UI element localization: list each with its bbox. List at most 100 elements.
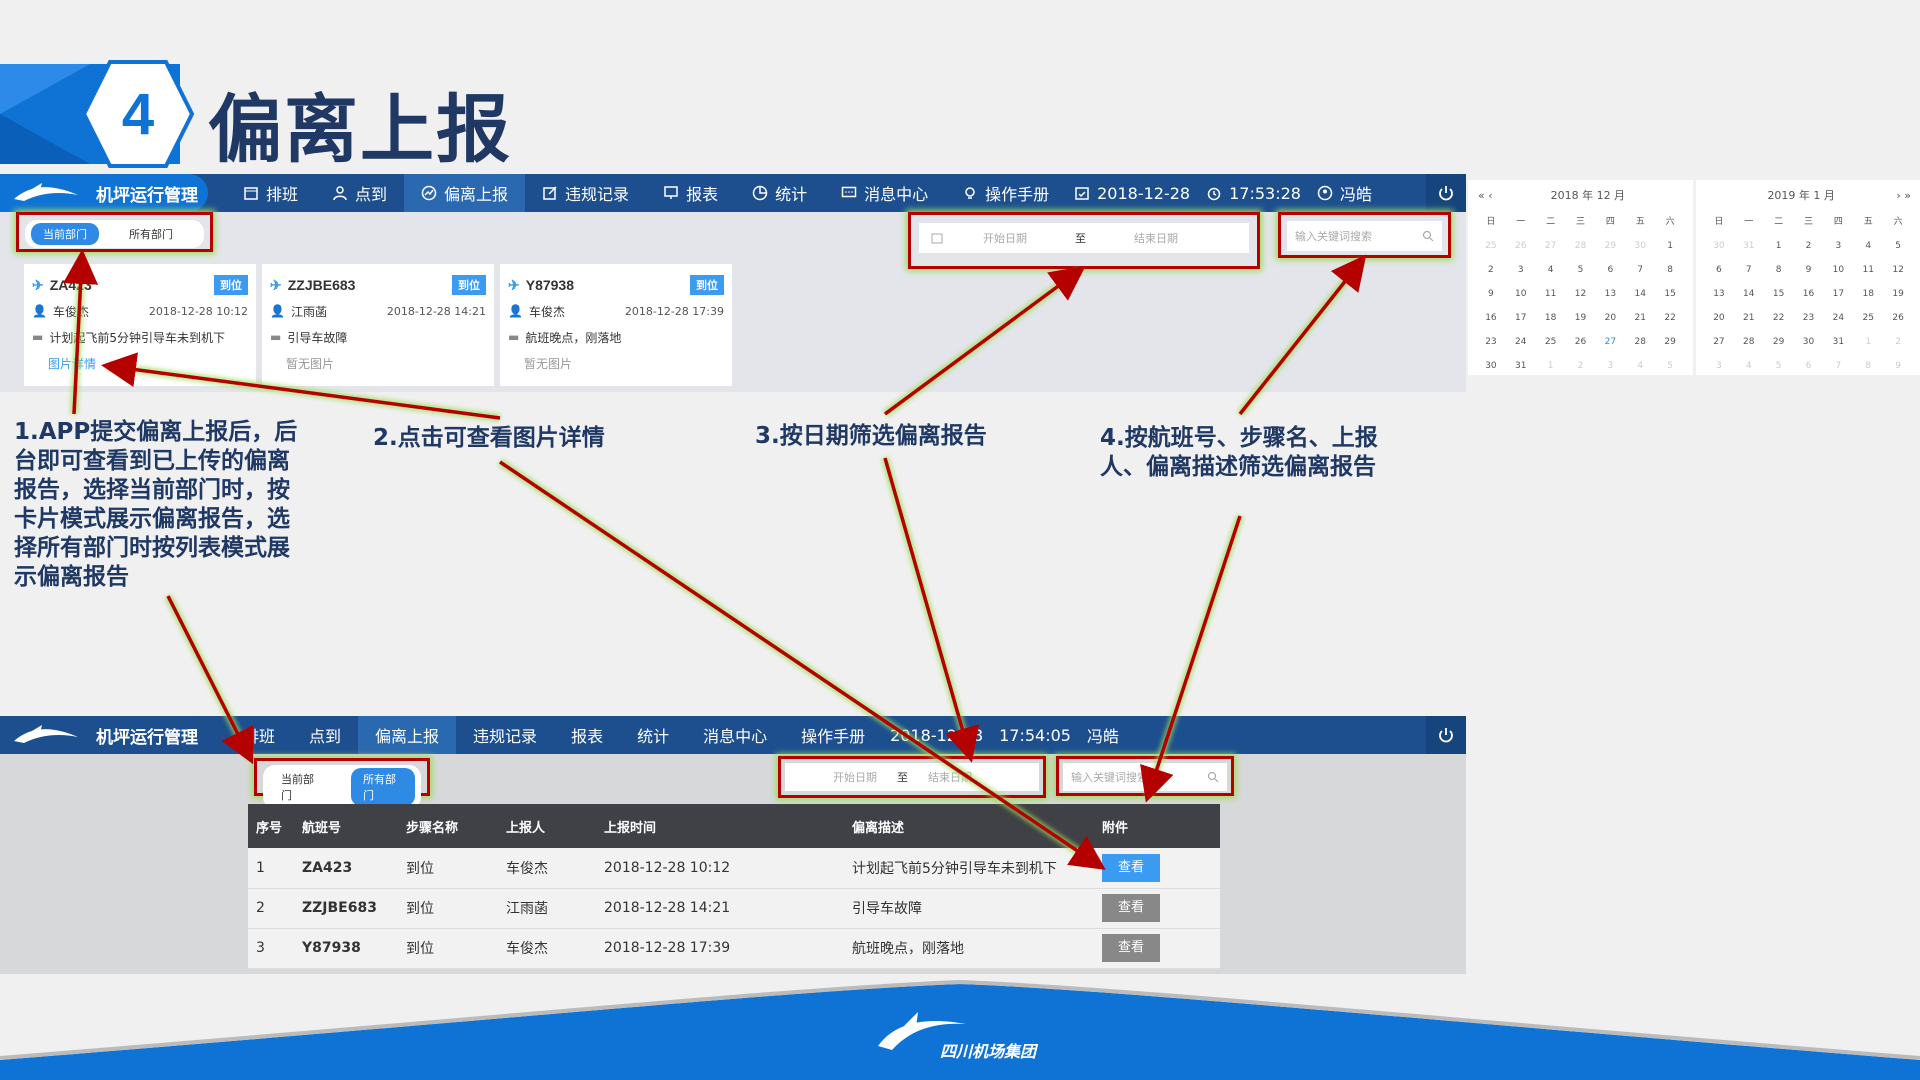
calendar-day[interactable]: 6 (1595, 265, 1625, 275)
deviation-card[interactable]: ✈ Y87938 到位 👤 车俊杰 2018-12-28 17:39 ▬ 航班晚点，刚落地… (500, 264, 732, 386)
calendar-day[interactable]: 21 (1734, 313, 1764, 323)
calendar-day[interactable]: 26 (1506, 241, 1536, 251)
calendar-day[interactable]: 15 (1655, 289, 1685, 299)
end-date-input[interactable]: 结束日期 (928, 769, 972, 785)
calendar-day[interactable]: 11 (1853, 265, 1883, 275)
calendar-day[interactable]: 2 (1883, 337, 1913, 347)
search-input[interactable]: 输入关键词搜索 (1287, 221, 1442, 251)
calendar-day[interactable]: 17 (1506, 313, 1536, 323)
start-date-input[interactable]: 开始日期 (833, 769, 877, 785)
calendar-day[interactable]: 3 (1704, 361, 1734, 371)
nav-item-messages[interactable]: 消息中心 (824, 174, 945, 212)
calendar-day[interactable]: 13 (1595, 289, 1625, 299)
calendar-day[interactable]: 23 (1476, 337, 1506, 347)
deviation-card[interactable]: ✈ ZA423 到位 👤 车俊杰 2018-12-28 10:12 ▬ 计划起飞前5分钟引… (24, 264, 256, 386)
nav-item-stats[interactable]: 统计 (620, 716, 686, 754)
search-icon[interactable] (1207, 771, 1219, 783)
search-input[interactable]: 输入关键词搜索 (1063, 763, 1227, 791)
calendar-day[interactable]: 12 (1566, 289, 1596, 299)
calendar-day[interactable]: 29 (1655, 337, 1685, 347)
calendar-day[interactable]: 26 (1883, 313, 1913, 323)
view-button[interactable]: 查看 (1102, 934, 1160, 962)
nav-item-violations[interactable]: 违规记录 (456, 716, 554, 754)
calendar-day[interactable]: 25 (1476, 241, 1506, 251)
nav-item-manual[interactable]: 操作手册 (784, 716, 882, 754)
calendar-day[interactable]: 2 (1794, 241, 1824, 251)
calendar-day[interactable]: 9 (1476, 289, 1506, 299)
calendar-day[interactable]: 20 (1595, 313, 1625, 323)
calendar-day[interactable]: 7 (1734, 265, 1764, 275)
calendar-day[interactable]: 2 (1476, 265, 1506, 275)
search-icon[interactable] (1422, 230, 1434, 242)
nav-item-violations[interactable]: 违规记录 (525, 174, 646, 212)
nav-logo[interactable]: 机坪运行管理 (0, 174, 208, 212)
calendar-day[interactable]: 27 (1595, 337, 1625, 347)
calendar-day[interactable]: 4 (1625, 361, 1655, 371)
end-date-input[interactable]: 结束日期 (1134, 230, 1178, 246)
calendar-day[interactable]: 24 (1506, 337, 1536, 347)
calendar-day[interactable]: 8 (1764, 265, 1794, 275)
calendar-day[interactable]: 16 (1794, 289, 1824, 299)
calendar-day[interactable]: 29 (1764, 337, 1794, 347)
date-range-picker[interactable]: 开始日期 至 结束日期 (785, 763, 1039, 791)
calendar-day[interactable]: 30 (1704, 241, 1734, 251)
calendar-day[interactable]: 18 (1536, 313, 1566, 323)
calendar-day[interactable]: 5 (1655, 361, 1685, 371)
calendar-day[interactable]: 25 (1536, 337, 1566, 347)
calendar-day[interactable]: 12 (1883, 265, 1913, 275)
deviation-card[interactable]: ✈ ZZJBE683 到位 👤 江雨菡 2018-12-28 14:21 ▬ 引导车故障 … (262, 264, 494, 386)
nav-item-messages[interactable]: 消息中心 (686, 716, 784, 754)
view-button[interactable]: 查看 (1102, 894, 1160, 922)
calendar-day[interactable]: 2 (1566, 361, 1596, 371)
calendar-day[interactable]: 3 (1506, 265, 1536, 275)
nav-item-checkin[interactable]: 点到 (315, 174, 404, 212)
calendar-day[interactable]: 14 (1734, 289, 1764, 299)
calendar-day[interactable]: 8 (1853, 361, 1883, 371)
calendar-day[interactable]: 31 (1734, 241, 1764, 251)
calendar-day[interactable]: 30 (1476, 361, 1506, 371)
nav-item-schedule[interactable]: 排班 (226, 716, 292, 754)
calendar-day[interactable]: 14 (1625, 289, 1655, 299)
power-button[interactable] (1426, 716, 1466, 754)
calendar-day[interactable]: 24 (1823, 313, 1853, 323)
nav-item-reports[interactable]: 报表 (646, 174, 735, 212)
calendar-day[interactable]: 4 (1536, 265, 1566, 275)
date-range-picker[interactable]: 开始日期 至 结束日期 (919, 223, 1249, 253)
calendar-day[interactable]: 4 (1853, 241, 1883, 251)
calendar-day[interactable]: 26 (1566, 337, 1596, 347)
calendar-day[interactable]: 27 (1536, 241, 1566, 251)
all-dept-tab[interactable]: 所有部门 (117, 223, 185, 245)
calendar-day[interactable]: 30 (1794, 337, 1824, 347)
power-button[interactable] (1426, 174, 1466, 212)
calendar-day[interactable]: 27 (1704, 337, 1734, 347)
calendar-day[interactable]: 15 (1764, 289, 1794, 299)
calendar-day[interactable]: 20 (1704, 313, 1734, 323)
calendar-day[interactable]: 3 (1595, 361, 1625, 371)
calendar-day[interactable]: 1 (1853, 337, 1883, 347)
calendar-day[interactable]: 7 (1823, 361, 1853, 371)
next-year-icon[interactable]: › » (1896, 189, 1911, 202)
calendar-day[interactable]: 6 (1794, 361, 1824, 371)
start-date-input[interactable]: 开始日期 (983, 230, 1027, 246)
calendar-day[interactable]: 5 (1883, 241, 1913, 251)
calendar-day[interactable]: 22 (1764, 313, 1794, 323)
calendar-day[interactable]: 29 (1595, 241, 1625, 251)
calendar-day[interactable]: 28 (1734, 337, 1764, 347)
nav-item-deviation[interactable]: 偏离上报 (358, 716, 457, 754)
calendar-day[interactable]: 8 (1655, 265, 1685, 275)
prev-year-icon[interactable]: « ‹ (1478, 189, 1493, 202)
calendar-day[interactable]: 31 (1506, 361, 1536, 371)
current-dept-tab[interactable]: 当前部门 (269, 768, 333, 806)
all-dept-tab[interactable]: 所有部门 (351, 768, 415, 806)
view-button[interactable]: 查看 (1102, 853, 1160, 882)
calendar-day[interactable]: 9 (1883, 361, 1913, 371)
calendar-day[interactable]: 5 (1566, 265, 1596, 275)
nav-user[interactable]: 冯皓 (1079, 723, 1127, 747)
calendar-day[interactable]: 9 (1794, 265, 1824, 275)
nav-item-manual[interactable]: 操作手册 (945, 174, 1066, 212)
calendar-day[interactable]: 31 (1823, 337, 1853, 347)
calendar-day[interactable]: 4 (1734, 361, 1764, 371)
calendar-day[interactable]: 13 (1704, 289, 1734, 299)
calendar-day[interactable]: 10 (1823, 265, 1853, 275)
calendar-day[interactable]: 21 (1625, 313, 1655, 323)
